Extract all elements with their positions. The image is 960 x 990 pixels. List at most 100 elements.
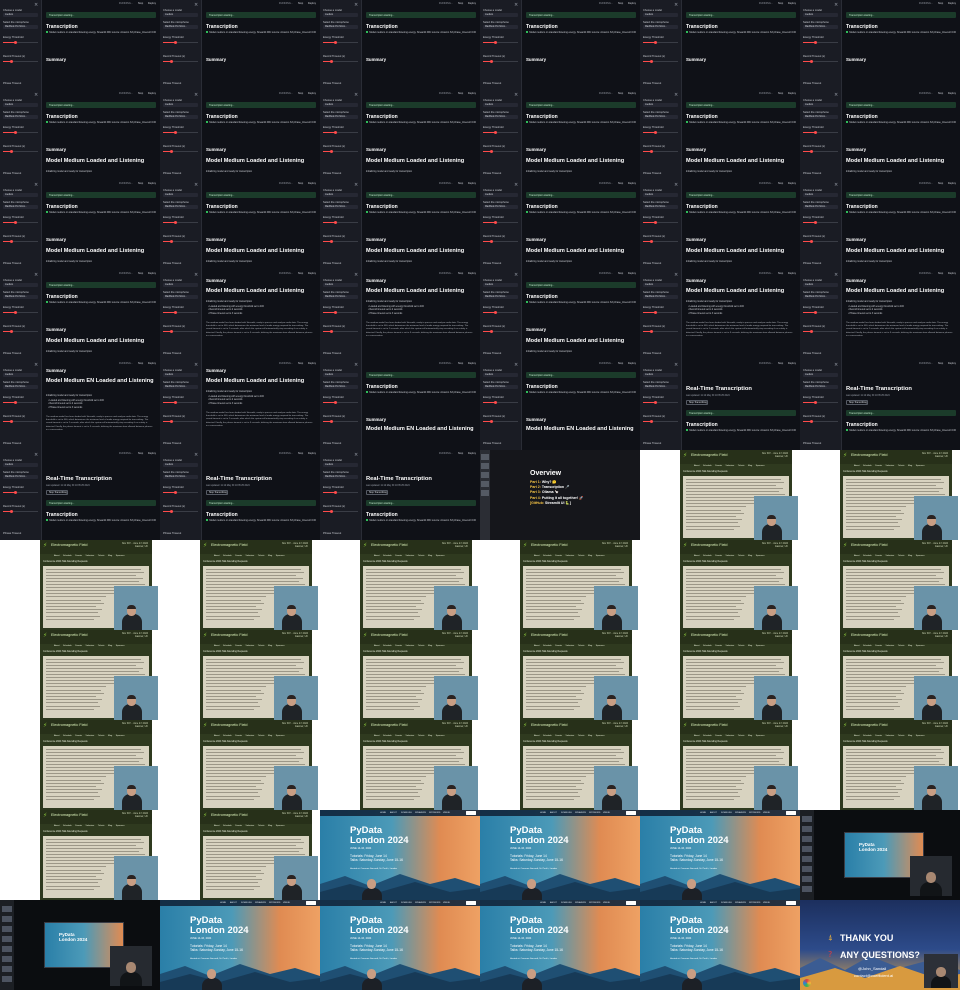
close-icon[interactable]: × (834, 362, 838, 368)
model-select[interactable]: medium (643, 283, 678, 287)
window-thumb[interactable] (2, 976, 12, 982)
energy-slider[interactable] (163, 401, 198, 404)
record-timeout-slider[interactable] (643, 150, 678, 153)
nav-item[interactable]: Blog (268, 735, 272, 737)
nav-item[interactable]: Schedule (223, 645, 232, 647)
nav-item[interactable]: Donate (75, 735, 82, 737)
nav-item[interactable]: Donate (235, 825, 242, 827)
nav-item[interactable]: Donate (715, 645, 722, 647)
nav-item[interactable]: About (54, 825, 59, 827)
nav-item[interactable]: Volunteer (246, 555, 255, 557)
nav-item[interactable]: Schedule (543, 735, 552, 737)
close-icon[interactable]: × (514, 362, 518, 368)
nav-item[interactable]: SPONSORS (429, 902, 440, 904)
nav-item[interactable]: Donate (75, 645, 82, 647)
mic-select[interactable]: MacBook Pro Micro... (803, 25, 838, 29)
window-thumb[interactable] (802, 816, 812, 822)
nav-item[interactable]: Schedule (383, 645, 392, 647)
nav-item[interactable]: About (214, 825, 219, 827)
nav-item[interactable]: About (534, 555, 539, 557)
ticket-button[interactable] (466, 901, 476, 905)
close-icon[interactable]: × (354, 272, 358, 278)
energy-slider-handle[interactable] (174, 401, 177, 404)
model-select[interactable]: medium (323, 283, 358, 287)
close-icon[interactable]: × (514, 182, 518, 188)
slide-thumb[interactable] (481, 454, 489, 460)
window-thumb[interactable] (2, 956, 12, 962)
energy-slider-handle[interactable] (334, 131, 337, 134)
nav-item[interactable]: Donate (875, 645, 882, 647)
emf-site-title[interactable]: Electromagnetic Field (211, 543, 248, 547)
window-thumb[interactable] (802, 876, 812, 882)
nav-item[interactable]: SPONSORS (589, 812, 600, 814)
mic-select[interactable]: MacBook Pro Micro... (803, 295, 838, 299)
nav-item[interactable]: Schedule (63, 555, 72, 557)
record-timeout-slider-handle[interactable] (170, 420, 173, 423)
nav-item[interactable]: Schedule (223, 735, 232, 737)
model-select[interactable]: medium (3, 373, 38, 377)
close-icon[interactable]: × (194, 92, 198, 98)
close-icon[interactable]: × (834, 182, 838, 188)
stop-transcribing-button[interactable]: Stop Transcribing (206, 490, 228, 495)
model-select[interactable]: medium (643, 13, 678, 17)
record-timeout-slider-handle[interactable] (170, 150, 173, 153)
nav-item[interactable]: About (854, 645, 859, 647)
model-select[interactable]: medium (483, 283, 518, 287)
emf-site-title[interactable]: Electromagnetic Field (531, 723, 568, 727)
mic-select[interactable]: MacBook Pro Micro... (323, 295, 358, 299)
energy-slider-handle[interactable] (814, 41, 817, 44)
nav-item[interactable]: Schedule (863, 735, 872, 737)
model-select[interactable]: medium (163, 193, 198, 197)
window-thumb[interactable] (2, 966, 12, 972)
energy-slider-handle[interactable] (494, 131, 497, 134)
window-thumb[interactable] (802, 826, 812, 832)
nav-item[interactable]: SPEAKERS (575, 902, 586, 904)
nav-item[interactable]: Schedule (703, 735, 712, 737)
energy-slider[interactable] (643, 401, 678, 404)
nav-item[interactable]: HOME (700, 812, 706, 814)
mic-select[interactable]: MacBook Pro Micro... (643, 115, 678, 119)
record-timeout-slider[interactable] (3, 510, 38, 513)
nav-item[interactable]: About (374, 735, 379, 737)
mic-select[interactable]: MacBook Pro Micro... (643, 385, 678, 389)
energy-slider[interactable] (803, 221, 838, 224)
nav-item[interactable]: ABOUT (390, 812, 397, 814)
model-select[interactable]: medium (803, 193, 838, 197)
nav-item[interactable]: Sponsors (276, 645, 285, 647)
nav-item[interactable]: Schedule (543, 645, 552, 647)
close-icon[interactable]: × (354, 452, 358, 458)
model-select[interactable]: medium (163, 463, 198, 467)
energy-slider-handle[interactable] (814, 221, 817, 224)
energy-slider[interactable] (163, 311, 198, 314)
mic-select[interactable]: MacBook Pro Micro... (643, 25, 678, 29)
nav-item[interactable]: Sponsors (116, 735, 125, 737)
model-select[interactable]: medium (803, 103, 838, 107)
model-select[interactable]: medium (323, 193, 358, 197)
emf-site-title[interactable]: Electromagnetic Field (211, 633, 248, 637)
record-timeout-slider-handle[interactable] (170, 240, 173, 243)
nav-item[interactable]: Sponsors (276, 735, 285, 737)
model-select[interactable]: medium (803, 283, 838, 287)
nav-item[interactable]: SPEAKERS (255, 902, 266, 904)
nav-item[interactable]: Sponsors (916, 555, 925, 557)
energy-slider[interactable] (3, 401, 38, 404)
nav-item[interactable]: Tickets (738, 555, 745, 557)
record-timeout-slider[interactable] (803, 60, 838, 63)
nav-item[interactable]: About (214, 645, 219, 647)
mic-select[interactable]: MacBook Pro Micro... (3, 25, 38, 29)
record-timeout-slider[interactable] (483, 240, 518, 243)
nav-item[interactable]: Tickets (578, 555, 585, 557)
energy-slider[interactable] (3, 491, 38, 494)
nav-item[interactable]: Schedule (223, 555, 232, 557)
mic-select[interactable]: MacBook Pro Micro... (643, 205, 678, 209)
nav-item[interactable]: Sponsors (756, 735, 765, 737)
window-thumb[interactable] (802, 856, 812, 862)
energy-slider-handle[interactable] (174, 131, 177, 134)
energy-slider[interactable] (483, 311, 518, 314)
nav-item[interactable]: About (694, 735, 699, 737)
nav-item[interactable]: Blog (748, 555, 752, 557)
window-thumb[interactable] (802, 836, 812, 842)
record-timeout-slider-handle[interactable] (330, 60, 333, 63)
nav-item[interactable]: Tickets (578, 735, 585, 737)
close-icon[interactable]: × (34, 2, 38, 8)
